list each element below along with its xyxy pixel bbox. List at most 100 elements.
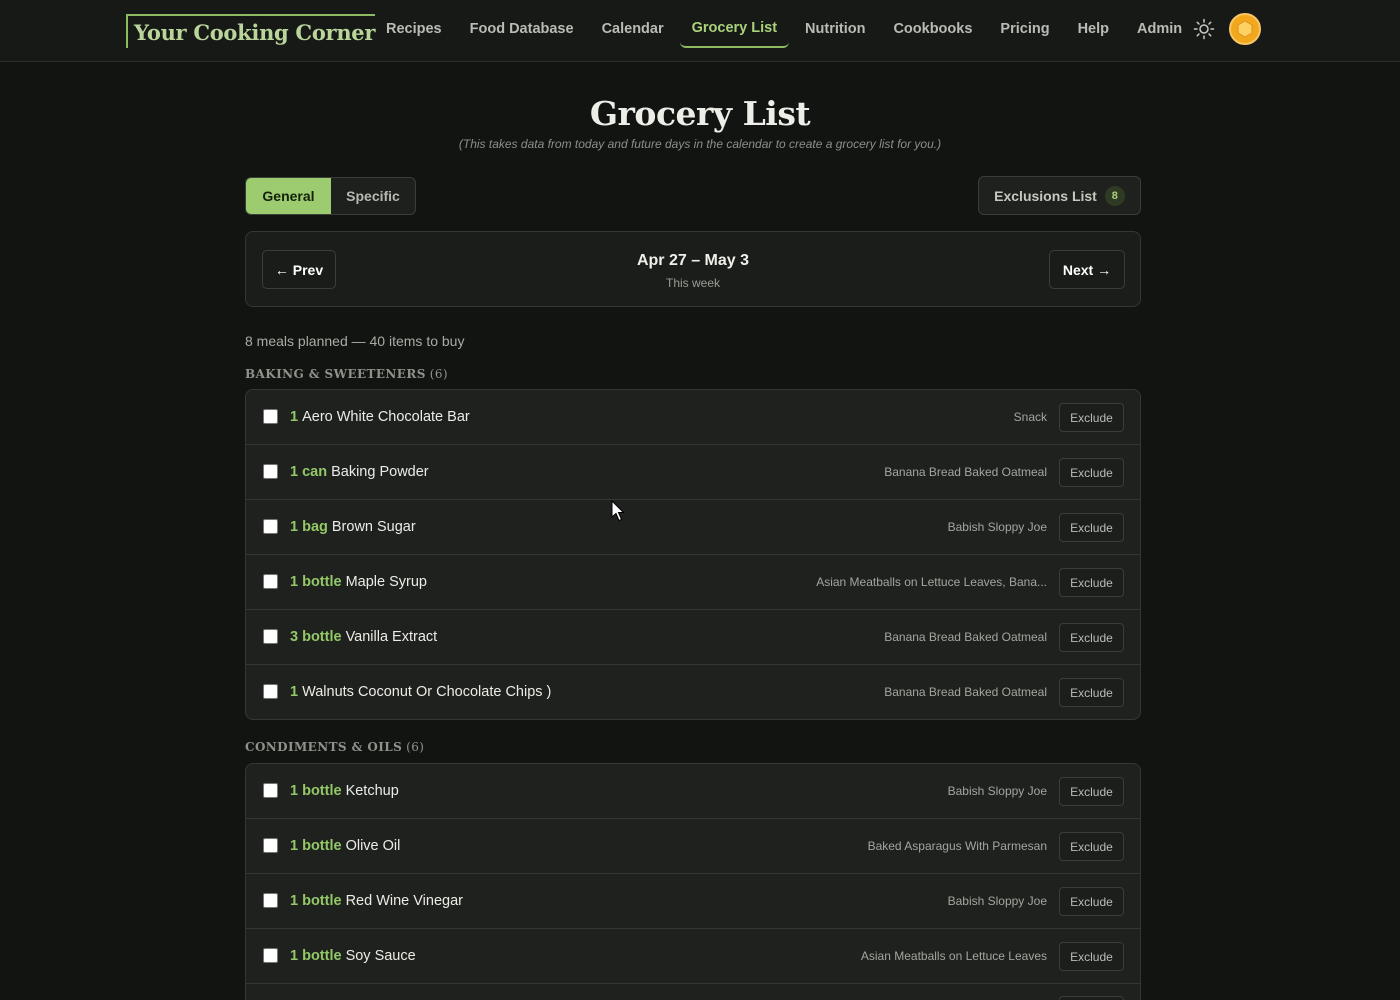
item-source-recipe: Banana Bread Baked Oatmeal [884,685,1047,699]
exclude-button[interactable]: Exclude [1059,678,1124,707]
item-label: 1 bag Brown Sugar [290,519,416,535]
item-checkbox[interactable] [263,519,278,534]
item-checkbox[interactable] [263,409,278,424]
item-name: Walnuts Coconut Or Chocolate Chips ) [302,684,552,700]
category-count: (6) [429,367,448,381]
item-quantity: 1 bottle [290,783,342,799]
item-label: 3 bottle Vanilla Extract [290,629,437,645]
nav-cookbooks[interactable]: Cookbooks [881,12,984,47]
item-name: Soy Sauce [345,948,416,964]
exclude-button[interactable]: Exclude [1059,568,1124,597]
item-name: Brown Sugar [331,519,416,535]
item-source-recipe: Snack [1013,410,1047,424]
nav-pricing[interactable]: Pricing [988,12,1061,47]
item-label: 1 can Baking Powder [290,464,429,480]
item-quantity: 1 [290,684,299,700]
item-checkbox[interactable] [263,948,278,963]
week-navigator: ← Prev Apr 27 – May 3 This week Next → [245,231,1141,307]
grocery-summary: 8 meals planned — 40 items to buy [245,333,465,349]
exclude-button[interactable]: Exclude [1059,513,1124,542]
nav-nutrition[interactable]: Nutrition [793,12,877,47]
sun-icon[interactable] [1193,18,1215,40]
week-label: This week [665,276,721,290]
item-name: Aero White Chocolate Bar [302,409,470,425]
list-item: 1 bottle Ketchup Babish Sloppy Joe Exclud… [246,764,1140,819]
exclude-button[interactable]: Exclude [1059,623,1124,652]
nav-calendar[interactable]: Calendar [590,12,676,47]
grocery-list-condiments: 1 bottle Ketchup Babish Sloppy Joe Exclud… [245,763,1141,1000]
item-source-recipe: Asian Meatballs on Lettuce Leaves [860,949,1047,963]
item-checkbox[interactable] [263,629,278,644]
list-item: 1 bag Brown Sugar Babish Sloppy Joe Exclu… [246,500,1140,555]
item-quantity: 1 bottle [290,893,342,909]
top-navigation-bar: Your Cooking Corner Recipes Food Databas… [0,0,1400,62]
list-item: 3 bottle Vanilla Extract Banana Bread Bak… [246,610,1140,665]
page-title: Grocery List [589,94,811,133]
exclude-button[interactable]: Exclude [1059,942,1124,971]
list-item: 1 can Baking Powder Banana Bread Baked Oa… [246,445,1140,500]
nav-recipes[interactable]: Recipes [374,12,454,47]
list-item: 1 Walnuts Coconut Or Chocolate Chips ) Ba… [246,665,1140,719]
next-week-button[interactable]: Next → [1049,250,1125,289]
item-label: 1 bottle Ketchup [290,783,399,799]
item-name: Baking Powder [331,464,429,480]
list-item: 1 bottle Soy Sauce Asian Meatballs on Let… [246,929,1140,984]
exclude-button[interactable]: Exclude [1059,996,1124,1000]
item-name: Olive Oil [345,838,401,854]
item-quantity: 3 bottle [290,629,342,645]
item-checkbox[interactable] [263,893,278,908]
exclude-button[interactable]: Exclude [1059,887,1124,916]
item-quantity: 1 bottle [290,948,342,964]
nav-help[interactable]: Help [1066,12,1121,47]
week-range: Apr 27 – May 3 [636,252,750,269]
category-heading: Baking & Sweeteners (6) [245,367,448,381]
user-avatar-icon[interactable] [1229,13,1261,45]
item-checkbox[interactable] [263,783,278,798]
nav-admin[interactable]: Admin [1125,12,1194,47]
item-label: 1 bottle Olive Oil [290,838,400,854]
item-label: 1 bottle Maple Syrup [290,574,427,590]
list-item: Exclude [246,984,1140,1000]
item-source-recipe: Banana Bread Baked Oatmeal [884,630,1047,644]
exclude-button[interactable]: Exclude [1059,777,1124,806]
item-checkbox[interactable] [263,464,278,479]
item-checkbox[interactable] [263,838,278,853]
item-quantity: 1 bottle [290,574,342,590]
item-name: Vanilla Extract [345,629,438,645]
exclusions-count-badge: 8 [1104,185,1125,206]
item-checkbox[interactable] [263,574,278,589]
item-source-recipe: Baked Asparagus With Parmesan [867,839,1047,853]
nav-grocery-list[interactable]: Grocery List [679,11,790,48]
exclude-button[interactable]: Exclude [1059,832,1124,861]
mode-toggle: General Specific [245,177,416,215]
category-name: Baking & Sweeteners [245,367,426,381]
item-quantity: 1 can [290,464,328,480]
item-name: Ketchup [345,783,399,799]
nav-food-database[interactable]: Food Database [458,12,586,47]
item-quantity: 1 bag [290,519,328,535]
list-item: 1 bottle Olive Oil Baked Asparagus With P… [246,819,1140,874]
exclusions-list-button[interactable]: Exclusions List 8 [978,176,1141,215]
general-mode-button[interactable]: General [246,178,331,214]
main-nav: Recipes Food Database Calendar Grocery L… [374,10,1198,48]
list-item: 1 bottle Maple Syrup Asian Meatballs on L… [246,555,1140,610]
item-label: 1 bottle Red Wine Vinegar [290,893,463,909]
brand-logo[interactable]: Your Cooking Corner [126,14,375,48]
mouse-cursor-icon [611,500,625,522]
exclusions-list-label: Exclusions List [994,187,1097,204]
exclude-button[interactable]: Exclude [1059,458,1124,487]
exclude-button[interactable]: Exclude [1059,403,1124,432]
category-heading: Condiments & Oils (6) [245,740,424,754]
category-name: Condiments & Oils [245,740,403,754]
category-count: (6) [406,740,425,754]
item-name: Red Wine Vinegar [345,893,463,909]
item-source-recipe: Babish Sloppy Joe [947,894,1047,908]
list-item: 1 Aero White Chocolate Bar Snack Exclude [246,390,1140,445]
item-name: Maple Syrup [345,574,427,590]
grocery-list-baking: 1 Aero White Chocolate Bar Snack Exclude … [245,389,1141,720]
specific-mode-button[interactable]: Specific [331,178,415,214]
item-checkbox[interactable] [263,684,278,699]
item-quantity: 1 bottle [290,838,342,854]
item-source-recipe: Asian Meatballs on Lettuce Leaves, Bana.… [816,575,1047,589]
item-source-recipe: Babish Sloppy Joe [947,520,1047,534]
